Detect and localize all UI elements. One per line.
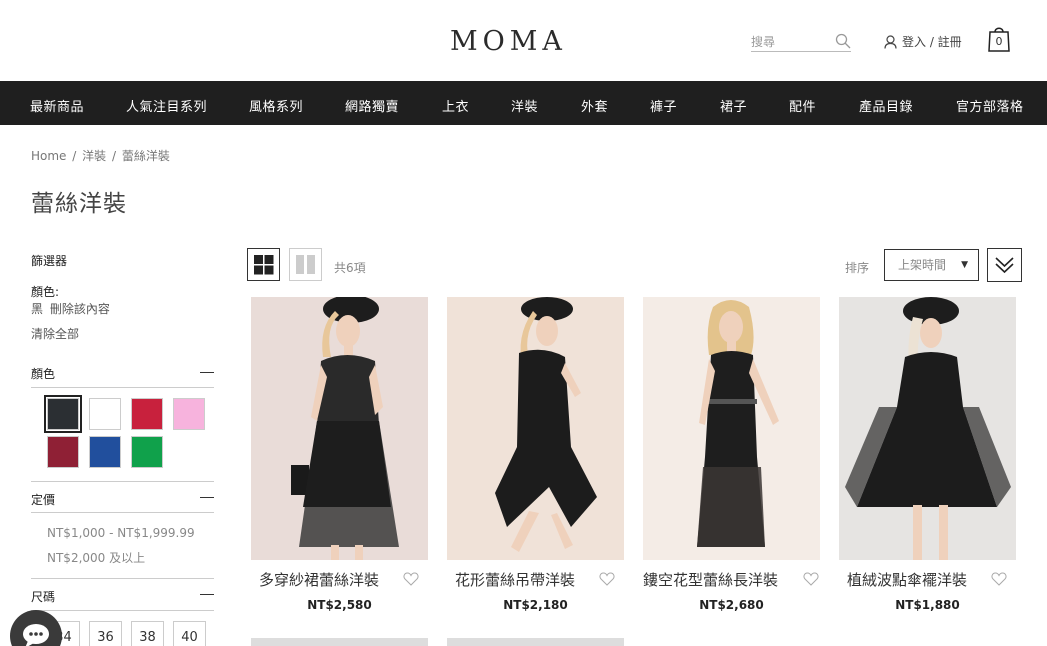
nav-item-style[interactable]: 風格系列 (249, 96, 303, 115)
product-price: NT$1,880 (895, 598, 960, 612)
product-image[interactable] (643, 297, 820, 560)
color-swatch-blue[interactable] (89, 436, 121, 468)
remove-filter-link[interactable]: 刪除該內容 (50, 302, 110, 316)
grid-view-icon (254, 255, 274, 275)
collapse-size-icon[interactable] (200, 594, 214, 595)
nav-item-new[interactable]: 最新商品 (30, 96, 84, 115)
active-filter-value: 黑 (31, 302, 44, 316)
breadcrumb: Home / 洋裝 / 蕾絲洋裝 (31, 147, 170, 164)
user-icon (884, 34, 897, 49)
login-link[interactable]: 登入 / 註冊 (884, 33, 962, 50)
breadcrumb-separator: / (72, 149, 77, 163)
price-section-title[interactable]: 定價 (31, 491, 55, 508)
login-label: 登入 / 註冊 (902, 35, 962, 49)
nav-item-accessories[interactable]: 配件 (789, 96, 816, 115)
nav-item-outerwear[interactable]: 外套 (581, 96, 608, 115)
caret-down-icon: ▼ (961, 260, 968, 270)
active-filter-label: 顏色: (31, 285, 60, 299)
price-option-2000-up[interactable]: NT$2,000 及以上 (47, 549, 145, 566)
chat-icon (23, 624, 49, 646)
nav-item-dresses[interactable]: 洋裝 (511, 96, 538, 115)
nav-item-skirts[interactable]: 裙子 (720, 96, 747, 115)
collapse-price-icon[interactable] (200, 497, 214, 498)
nav-item-online-exclusive[interactable]: 網路獨賣 (345, 96, 399, 115)
product-price: NT$2,180 (503, 598, 568, 612)
expand-filters-button[interactable] (987, 248, 1022, 282)
product-image[interactable] (251, 297, 428, 560)
filter-title: 篩選器 (31, 254, 68, 268)
heart-icon[interactable] (599, 571, 615, 587)
heart-icon[interactable] (403, 571, 419, 587)
divider (31, 578, 214, 579)
color-swatch-pink[interactable] (173, 398, 205, 430)
breadcrumb-current: 蕾絲洋裝 (121, 149, 170, 163)
cart-count: 0 (995, 35, 1003, 48)
two-column-view-button[interactable] (289, 248, 322, 281)
site-header: MOMA 登入 / 註冊 0 (0, 0, 1047, 81)
divider (31, 512, 214, 513)
product-name[interactable]: 多穿紗裙蕾絲洋裝 (259, 569, 379, 590)
product-name[interactable]: 植絨波點傘襬洋裝 (847, 569, 967, 590)
double-chevron-down-icon (995, 257, 1014, 274)
collapse-color-icon[interactable] (200, 372, 214, 373)
size-option-38[interactable]: 38 (131, 621, 164, 646)
breadcrumb-separator: / (111, 149, 117, 163)
nav-item-pants[interactable]: 褲子 (650, 96, 677, 115)
breadcrumb-dresses[interactable]: 洋裝 (82, 149, 106, 163)
divider (31, 387, 214, 388)
color-swatch-black[interactable] (44, 395, 82, 433)
nav-item-tops[interactable]: 上衣 (442, 96, 469, 115)
chat-button[interactable] (10, 610, 62, 646)
result-count: 共6項 (334, 261, 366, 275)
clear-all-link[interactable]: 清除全部 (31, 325, 79, 342)
breadcrumb-home[interactable]: Home (31, 149, 66, 163)
price-option-1000-1999[interactable]: NT$1,000 - NT$1,999.99 (47, 526, 195, 540)
brand-logo[interactable]: MOMA (450, 26, 567, 57)
active-filter: 黑 刪除該內容 (31, 300, 110, 317)
search-input[interactable] (751, 32, 831, 52)
cart-button[interactable]: 0 (987, 24, 1011, 52)
color-section-title[interactable]: 顏色 (31, 365, 55, 382)
size-section-title[interactable]: 尺碼 (31, 588, 55, 605)
product-name[interactable]: 鏤空花型蕾絲長洋裝 (643, 569, 778, 590)
size-option-40[interactable]: 40 (173, 621, 206, 646)
main-nav: 最新商品 人氣注目系列 風格系列 網路獨賣 上衣 洋裝 外套 褲子 裙子 配件 … (0, 81, 1047, 125)
product-name[interactable]: 花形蕾絲吊帶洋裝 (455, 569, 575, 590)
sort-value: 上架時間 (898, 258, 947, 272)
product-price: NT$2,680 (699, 598, 764, 612)
color-swatch-white[interactable] (89, 398, 121, 430)
page-title: 蕾絲洋裝 (31, 191, 127, 217)
product-image[interactable] (839, 297, 1016, 560)
sort-label: 排序 (845, 261, 870, 275)
search-icon[interactable] (835, 33, 851, 49)
color-swatch-burgundy[interactable] (47, 436, 79, 468)
heart-icon[interactable] (991, 571, 1007, 587)
sort-select[interactable]: 上架時間 ▼ (884, 249, 979, 281)
search-box (751, 31, 851, 52)
size-option-36[interactable]: 36 (89, 621, 122, 646)
color-swatch-red[interactable] (131, 398, 163, 430)
nav-item-catalog[interactable]: 產品目錄 (859, 96, 913, 115)
two-column-view-icon (296, 255, 315, 274)
product-image[interactable] (447, 297, 624, 560)
nav-item-popular[interactable]: 人氣注目系列 (126, 96, 207, 115)
product-price: NT$2,580 (307, 598, 372, 612)
product-image[interactable] (447, 638, 624, 646)
product-image[interactable] (251, 638, 428, 646)
grid-view-button[interactable] (247, 248, 280, 281)
divider (31, 481, 214, 482)
heart-icon[interactable] (803, 571, 819, 587)
nav-item-blog[interactable]: 官方部落格 (956, 96, 1024, 115)
color-swatch-green[interactable] (131, 436, 163, 468)
